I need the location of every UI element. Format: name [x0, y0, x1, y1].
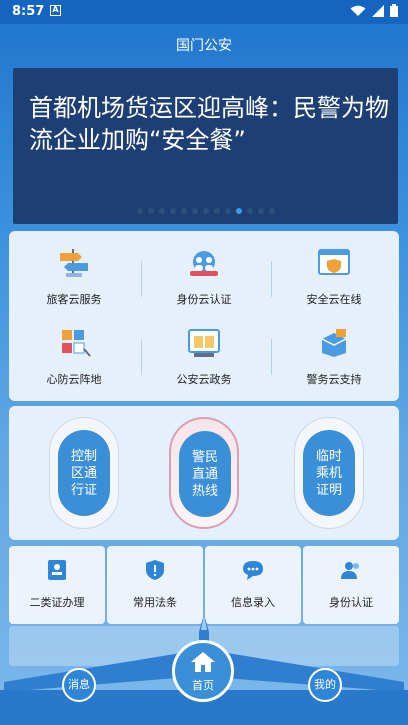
home-icon	[191, 652, 215, 672]
pagination-dot[interactable]	[213, 208, 220, 214]
shield-badge-icon	[146, 560, 164, 580]
cubes-icon	[62, 330, 91, 357]
pod-label: 临时乘机证明	[303, 430, 355, 516]
status-time: 8:57	[12, 4, 45, 19]
book-screen-icon	[188, 329, 220, 357]
service-item-mental[interactable]: 心防云阵地	[9, 327, 139, 397]
status-bar: 8:57 A	[0, 0, 408, 24]
pagination-dot[interactable]	[257, 208, 264, 214]
wifi-icon	[350, 5, 366, 16]
globe-people-icon	[190, 251, 218, 276]
pod-label: 控制区通行证	[58, 430, 110, 516]
pagination-dot[interactable]	[147, 208, 154, 214]
service-item-identity[interactable]: 身份云认证	[139, 247, 269, 317]
police-hotline-button[interactable]: 警民直通热线	[169, 417, 239, 529]
service-label: 心防云阵地	[46, 373, 102, 386]
temp-boarding-button[interactable]: 临时乘机证明	[294, 417, 364, 529]
quick-label: 信息录入	[231, 596, 275, 609]
quick-label: 常用法条	[133, 596, 177, 609]
service-label: 安全云在线	[306, 293, 362, 306]
pagination-dot[interactable]	[136, 208, 143, 214]
pagination-dot[interactable]	[235, 208, 242, 214]
signal-icon	[372, 4, 384, 17]
banner-headline: 首都机场货运区迎高峰：民警为物流企业加购“安全餐”	[29, 94, 389, 154]
pagination-dot[interactable]	[169, 208, 176, 214]
pod-label: 警民直通热线	[179, 431, 231, 517]
service-item-security[interactable]: 安全云在线	[269, 247, 399, 317]
quick-label: 二类证办理	[29, 596, 85, 609]
battery-icon	[390, 4, 398, 17]
service-label: 警务云支持	[306, 373, 362, 386]
news-banner[interactable]: 首都机场货运区迎高峰：民警为物流企业加购“安全餐”	[13, 68, 398, 224]
service-label: 身份云认证	[176, 293, 232, 306]
messages-tab[interactable]: 消息	[62, 668, 96, 702]
service-label: 公安云政务	[176, 373, 232, 386]
pagination-dot[interactable]	[191, 208, 198, 214]
banner-pagination	[13, 208, 398, 214]
service-item-passenger[interactable]: 旅客云服务	[9, 247, 139, 317]
title-bar: 国门公安	[0, 24, 408, 68]
status-icons	[350, 4, 398, 17]
browser-shield-icon	[318, 249, 350, 275]
pagination-dot[interactable]	[180, 208, 187, 214]
service-item-government[interactable]: 公安云政务	[139, 327, 269, 397]
pagination-dot[interactable]	[246, 208, 253, 214]
service-label: 旅客云服务	[46, 293, 102, 306]
id-card-icon	[48, 560, 66, 580]
page-title: 国门公安	[176, 38, 232, 54]
quick-label: 身份认证	[329, 596, 373, 609]
pagination-dot[interactable]	[268, 208, 275, 214]
control-pass-button[interactable]: 控制区通行证	[49, 417, 119, 529]
notification-icon: A	[50, 5, 61, 16]
services-card: 旅客云服务 身份云认证 安全云在线 心防云阵地 公安云政务 警务云支持	[9, 231, 399, 401]
mine-tab[interactable]: 我的	[308, 668, 342, 702]
signpost-icon	[60, 249, 88, 277]
boxes-icon	[321, 329, 347, 357]
bottom-nav: 消息 首页 我的	[0, 610, 408, 725]
pagination-dot[interactable]	[224, 208, 231, 214]
home-label: 首页	[192, 679, 214, 692]
users-icon	[341, 562, 359, 579]
pagination-dot[interactable]	[202, 208, 209, 214]
service-item-support[interactable]: 警务云支持	[269, 327, 399, 397]
chat-bubble-icon	[243, 561, 263, 580]
home-tab[interactable]: 首页	[172, 640, 234, 702]
hotline-card: 控制区通行证 警民直通热线 临时乘机证明	[9, 406, 399, 540]
pagination-dot[interactable]	[158, 208, 165, 214]
